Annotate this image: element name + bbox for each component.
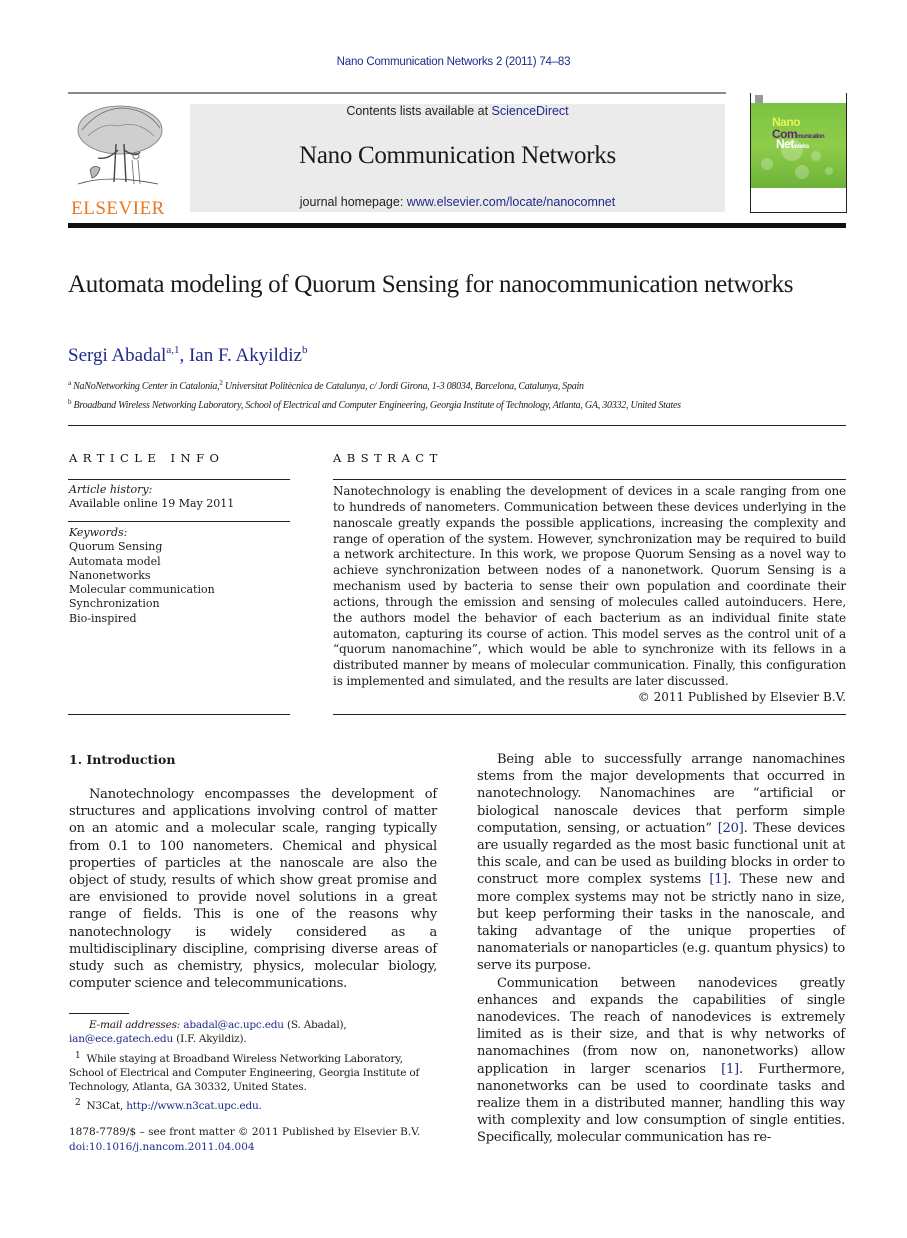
cover-title-line3-small: works [793, 144, 809, 150]
journal-banner: Contents lists available at ScienceDirec… [190, 104, 725, 212]
email-link[interactable]: abadal@ac.upc.edu [183, 1019, 284, 1031]
abstract-text: Nanotechnology is enabling the developme… [333, 484, 846, 689]
header-rule [68, 92, 726, 94]
article-info-heading: ARTICLE INFO [69, 451, 225, 465]
body-paragraph: Nanotechnology encompasses the developme… [69, 787, 437, 992]
article-title: Automata modeling of Quorum Sensing for … [68, 271, 794, 298]
author-separator: , [179, 345, 189, 366]
footnote-marker: 2 [75, 1098, 81, 1109]
affiliation-b: b Broadband Wireless Networking Laborato… [68, 398, 681, 411]
email-footnote: E-mail addresses: abadal@ac.upc.edu (S. … [69, 1018, 437, 1047]
author-link[interactable]: Sergi Abadala,1 [68, 344, 179, 366]
article-history-value: Available online 19 May 2011 [69, 497, 235, 511]
affiliation-a: a NaNoNetworking Center in Catalonia,2 U… [68, 379, 584, 392]
author-list: Sergi Abadala,1, Ian F. Akyildizb [68, 344, 307, 367]
footnote-text: N3Cat, [86, 1100, 127, 1113]
keywords-block: Keywords: Quorum Sensing Automata model … [69, 526, 291, 626]
footnote-rule [69, 1013, 129, 1014]
keyword-item: Automata model [69, 554, 161, 568]
body-left-column: Nanotechnology encompasses the developme… [69, 786, 437, 992]
affiliation-label: b [68, 398, 72, 406]
affiliation-text: Universitat Politècnica de Catalunya, c/… [222, 381, 584, 392]
author-link[interactable]: Ian F. Akyildizb [188, 344, 308, 366]
email-link[interactable]: ian@ece.gatech.edu [69, 1033, 173, 1045]
article-history-label: Article history: [69, 483, 153, 496]
doi-link[interactable]: doi:10.1016/j.nancom.2011.04.004 [69, 1141, 255, 1153]
keyword-item: Molecular communication [69, 583, 215, 597]
paragraph-text: . These new and more complex systems may… [477, 872, 845, 974]
affiliation-text: NaNoNetworking Center in Catalonia, [73, 381, 220, 392]
affiliation-label: a [68, 379, 71, 387]
title-block-rule [68, 425, 846, 426]
footnote-1: 1 While staying at Broadband Wireless Net… [69, 1049, 437, 1095]
elsevier-logo[interactable]: ELSEVIER [68, 100, 168, 219]
cover-title-line3-big: Net [776, 137, 794, 151]
keyword-item: Bio-inspired [69, 611, 137, 625]
contents-line: Contents lists available at ScienceDirec… [190, 104, 725, 118]
author-name: Sergi Abadal [68, 345, 167, 366]
article-history: Article history: Available online 19 May… [69, 483, 291, 512]
sciencedirect-link[interactable]: ScienceDirect [492, 104, 569, 118]
keyword-item: Quorum Sensing [69, 540, 163, 554]
email-owner: (I.F. Akyildiz). [173, 1033, 247, 1046]
journal-homepage-link[interactable]: www.elsevier.com/locate/nanocomnet [407, 195, 615, 209]
header-thick-rule [68, 223, 846, 228]
abstract-copyright: © 2011 Published by Elsevier B.V. [637, 690, 846, 704]
citation-link[interactable]: [1] [721, 1062, 739, 1077]
journal-cover-thumbnail[interactable]: Nano Communication Networks [750, 93, 847, 213]
article-info-bottom-rule [68, 714, 290, 715]
elsevier-tree-icon [77, 105, 163, 185]
body-paragraph: Communication between nanodevices greatl… [477, 975, 845, 1147]
journal-title: Nano Communication Networks [299, 142, 616, 169]
homepage-prefix: journal homepage: [299, 195, 407, 209]
citation-link[interactable]: [20] [718, 821, 744, 836]
author-affiliation-marker[interactable]: b [302, 344, 308, 356]
footnote-text: . [258, 1100, 262, 1113]
citation-link[interactable]: [1] [709, 872, 727, 887]
footnote-2: 2 N3Cat, http://www.n3cat.upc.edu. [69, 1096, 437, 1113]
footnote-marker: 1 [75, 1050, 81, 1061]
keywords-label: Keywords: [69, 526, 128, 539]
issn-line: 1878-7789/$ – see front matter © 2011 Pu… [69, 1126, 421, 1138]
keyword-item: Synchronization [69, 597, 160, 611]
homepage-line: journal homepage: www.elsevier.com/locat… [190, 195, 725, 209]
cover-title-line3: Networks [776, 137, 809, 151]
email-owner: (S. Abadal), [283, 1019, 347, 1031]
abstract-rule [333, 479, 846, 480]
affiliation-text: Broadband Wireless Networking Laboratory… [73, 400, 682, 411]
abstract-heading: ABSTRACT [333, 451, 443, 465]
front-matter: 1878-7789/$ – see front matter © 2011 Pu… [69, 1125, 437, 1155]
footnotes: E-mail addresses: abadal@ac.upc.edu (S. … [69, 1018, 437, 1114]
article-info-rule [68, 479, 290, 480]
abstract-bottom-rule [333, 714, 846, 715]
running-header[interactable]: Nano Communication Networks 2 (2011) 74–… [0, 56, 907, 68]
n3cat-link[interactable]: http://www.n3cat.upc.edu [126, 1100, 259, 1112]
keyword-item: Nanonetworks [69, 568, 151, 582]
body-paragraph: Being able to successfully arrange nanom… [477, 751, 845, 975]
elsevier-wordmark: ELSEVIER [71, 198, 165, 219]
author-name: Ian F. Akyildiz [188, 345, 302, 366]
email-label: E-mail addresses: [89, 1019, 181, 1031]
article-info-rule [68, 521, 290, 522]
author-affiliation-marker[interactable]: a,1 [166, 344, 179, 356]
footnote-text: While staying at Broadband Wireless Netw… [69, 1052, 420, 1094]
body-right-column: Being able to successfully arrange nanom… [477, 751, 845, 1147]
contents-prefix: Contents lists available at [346, 104, 492, 118]
section-heading-introduction: 1. Introduction [69, 752, 176, 767]
